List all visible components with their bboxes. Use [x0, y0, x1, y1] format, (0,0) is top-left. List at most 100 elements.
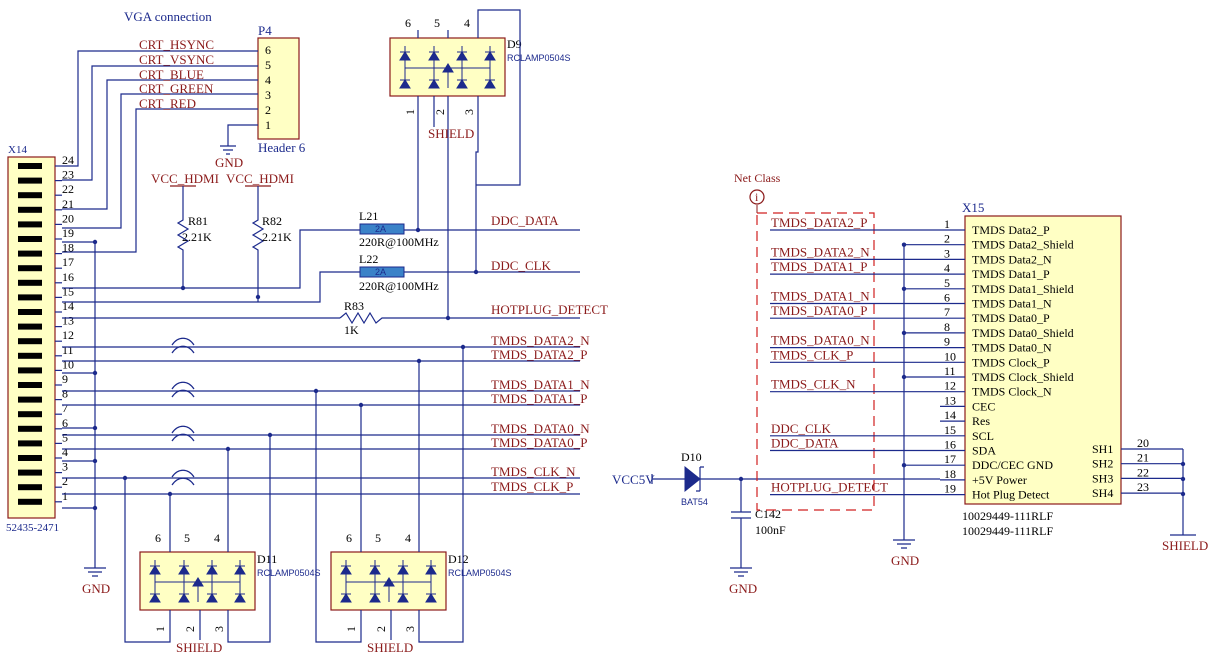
x14-pin-contact: [18, 440, 42, 447]
d9-pin-1: 1: [403, 109, 417, 115]
x14-pin-contact: [18, 221, 42, 228]
x15-pin-number: 8: [944, 320, 950, 334]
x15-shield-pin-name: SH4: [1092, 486, 1113, 500]
d12-pin-6: 6: [346, 531, 352, 545]
x15-pin-name: DDC/CEC GND: [972, 458, 1053, 472]
x15-pin-number: 17: [944, 452, 956, 466]
x15-pin-number: 13: [944, 393, 956, 407]
l21-value: 220R@100MHz: [359, 235, 439, 249]
x15-pin-name: TMDS Clock_Shield: [972, 370, 1074, 384]
x15-part-1: 10029449-111RLF: [962, 509, 1053, 523]
d9-pin-3: 3: [462, 109, 476, 115]
x15-pin-name: TMDS Data0_N: [972, 341, 1052, 355]
net-tmds-clk-n: TMDS_CLK_N: [491, 464, 576, 479]
d9-part: RCLAMP0504S: [507, 53, 571, 63]
l21-ferrite[interactable]: 2A: [359, 223, 405, 235]
x15-pin-number: 1: [944, 217, 950, 231]
x15-pin-number: 7: [944, 305, 950, 319]
x14-pin-contact: [18, 382, 42, 388]
d11-pin-1: 1: [153, 626, 167, 632]
x15-shield-pin-number: 21: [1137, 451, 1149, 465]
d9-pin-5: 5: [434, 16, 440, 30]
d11-shield-label: SHIELD: [176, 640, 222, 655]
x14-pin-contact: [18, 411, 42, 418]
l21-badge: 2A: [375, 224, 386, 234]
x15-net-label: TMDS_DATA2_P: [771, 215, 867, 230]
x15-pin-name: TMDS Data0_Shield: [972, 326, 1074, 340]
net-tmds-data2-n: TMDS_DATA2_N: [491, 333, 590, 348]
x15-net-label: HOTPLUG_DETECT: [771, 480, 888, 495]
x14-gnd-label: GND: [82, 581, 110, 596]
x15-pin-number: 9: [944, 335, 950, 349]
p4-gnd-label: GND: [215, 155, 243, 170]
p4-pin-numbers: 6 5 4 3 2 1: [265, 43, 271, 132]
x14-pin-number: 3: [62, 460, 68, 474]
d11-pin-2: 2: [183, 626, 197, 632]
x14-pin-contact: [18, 192, 42, 199]
net-crt-hsync: CRT_HSYNC: [139, 37, 214, 52]
x15-net-label: TMDS_DATA1_N: [771, 289, 870, 304]
x14-pin-number: 2: [62, 474, 68, 488]
x15-pin-number: 5: [944, 276, 950, 290]
d11-pin-5: 5: [184, 531, 190, 545]
x14-pin-contact: [18, 367, 42, 374]
x15-pin-number: 16: [944, 438, 956, 452]
c142-ref: C142: [755, 507, 781, 521]
r83-resistor[interactable]: [339, 311, 388, 325]
x15-net-label: DDC_CLK: [771, 421, 832, 436]
x15-net-label: TMDS_CLK_N: [771, 377, 856, 392]
x14-pin-number: 19: [62, 226, 74, 240]
p4-ref: P4: [258, 23, 272, 38]
l22-badge: 2A: [375, 267, 386, 277]
d12-pin-3: 3: [403, 626, 417, 632]
x14-pin-contact: [18, 396, 42, 403]
x15-shield-bus: [1170, 449, 1196, 536]
x15-pin-number: 3: [944, 246, 950, 260]
x14-pin-number: 18: [62, 241, 74, 255]
x14-pin-number: 9: [62, 372, 68, 386]
x14-pin-number: 1: [62, 489, 68, 503]
x15-net-label: TMDS_DATA0_N: [771, 333, 870, 348]
net-ddc-data: DDC_DATA: [491, 213, 559, 228]
d9-pin-2: 2: [433, 109, 447, 115]
x15-pin-number: 10: [944, 349, 956, 363]
x14-pin-number: 13: [62, 314, 74, 328]
net-tmds-data0-p: TMDS_DATA0_P: [491, 435, 587, 450]
net-ddc-clk: DDC_CLK: [491, 258, 552, 273]
d12-part: RCLAMP0504S: [448, 568, 512, 578]
p4-part-name: Header 6: [258, 140, 306, 155]
x14-pin-contact: [18, 265, 42, 272]
r82-supply: VCC_HDMI: [226, 171, 294, 186]
x15-pin-name: CEC: [972, 399, 995, 413]
x15-shield-pin-name: SH3: [1092, 471, 1113, 485]
d11-pin-4: 4: [214, 531, 220, 545]
d9-pin-4: 4: [464, 16, 470, 30]
net-crt-green: CRT_GREEN: [139, 81, 214, 96]
x14-pin-contact: [18, 323, 42, 330]
d10-ref: D10: [681, 450, 702, 464]
x15-ref: X15: [962, 200, 984, 215]
netclass-label: Net Class: [734, 171, 781, 185]
l22-ferrite[interactable]: 2A: [359, 266, 405, 278]
r81-supply: VCC_HDMI: [151, 171, 219, 186]
d12-shield-label: SHIELD: [367, 640, 413, 655]
x15-pin-name: +5V Power: [972, 473, 1027, 487]
r83-value: 1K: [344, 323, 359, 337]
x15-pin-number: 15: [944, 423, 956, 437]
p4-pin-1: 1: [265, 118, 271, 132]
d12-pin-5: 5: [375, 531, 381, 545]
diff-pair-markers: [171, 337, 195, 486]
x15-pin-name: Res: [972, 414, 990, 428]
p4-pin-3: 3: [265, 88, 271, 102]
c142-capacitor[interactable]: [730, 476, 752, 577]
x14-pin-contact: [18, 425, 42, 432]
x14-pin-contact: [18, 206, 42, 213]
p4-pin-2: 2: [265, 103, 271, 117]
x14-pin-number: 12: [62, 328, 74, 342]
info-icon[interactable]: i: [749, 189, 765, 205]
x14-pin-contact: [18, 309, 42, 315]
x15-pin-number: 4: [944, 261, 950, 275]
net-crt-vsync: CRT_VSYNC: [139, 52, 214, 67]
x14-pin-number: 11: [62, 343, 74, 357]
x15-net-label: DDC_DATA: [771, 436, 839, 451]
